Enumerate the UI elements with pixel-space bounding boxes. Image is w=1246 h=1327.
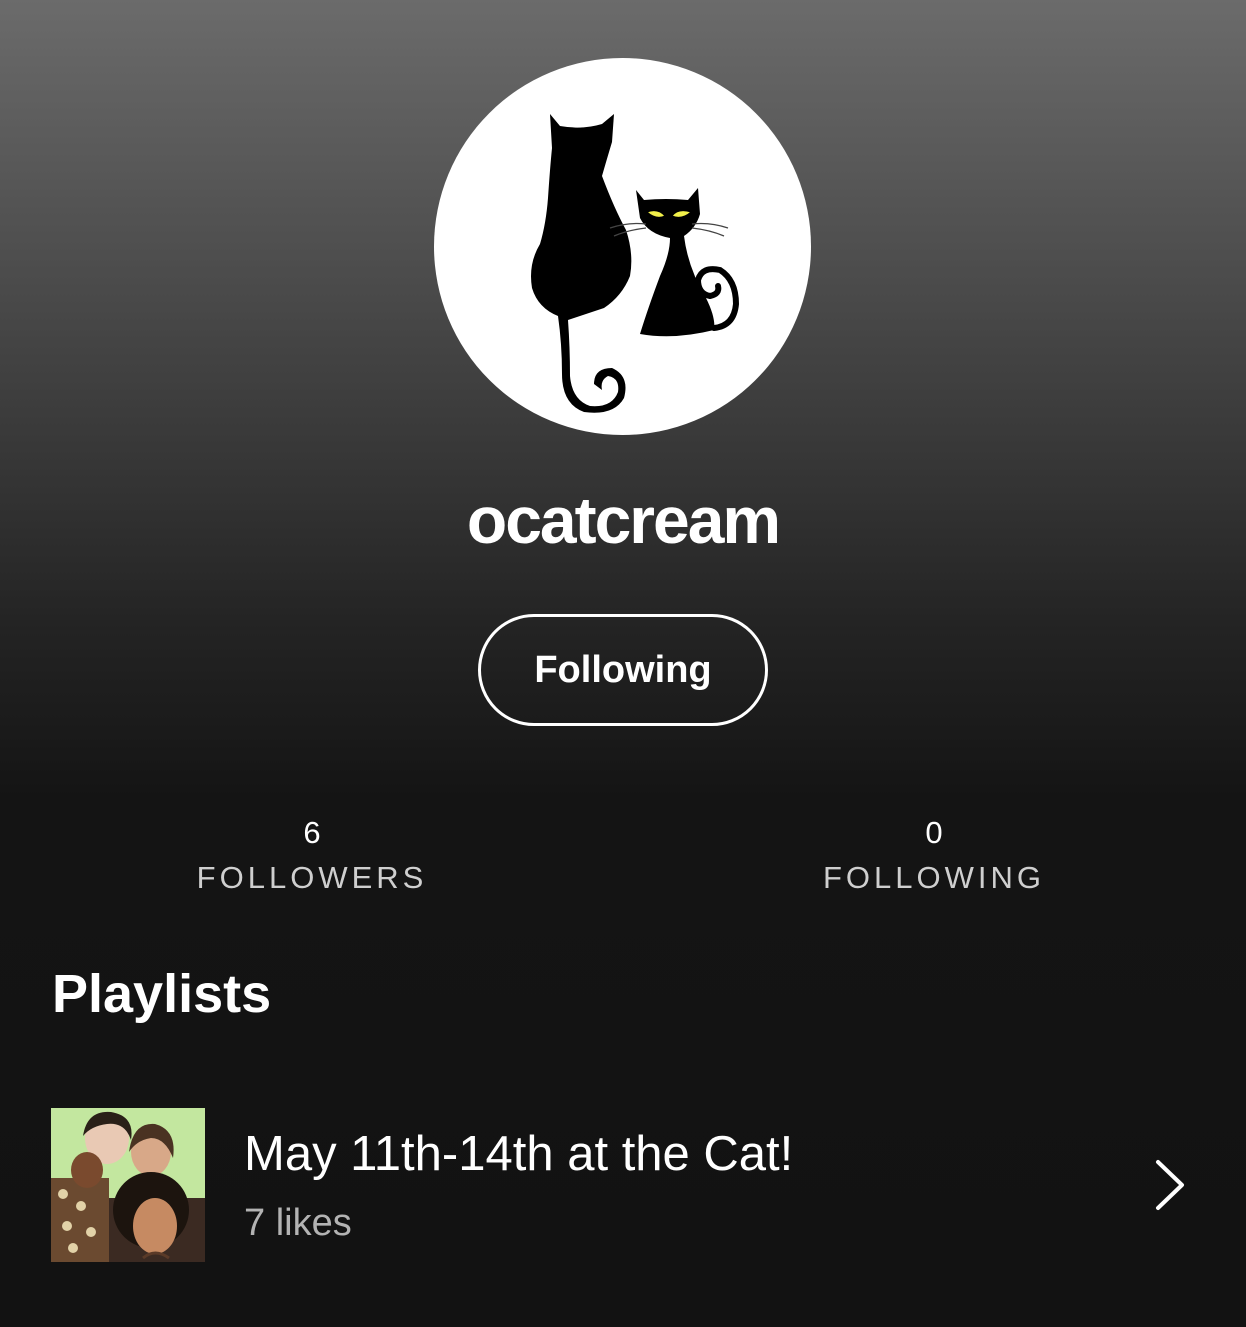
following-count: 0 (925, 815, 943, 850)
playlist-likes: 7 likes (244, 1202, 352, 1244)
playlist-cover-image (51, 1108, 205, 1262)
followers-count: 6 (303, 815, 321, 850)
cats-logo-image (531, 114, 740, 413)
following-button[interactable]: Following (478, 614, 768, 726)
playlists-heading: Playlists (52, 964, 272, 1024)
following-label: FOLLOWING (822, 860, 1045, 895)
playlist-row[interactable]: May 11th-14th at the Cat! 7 likes (0, 1100, 1246, 1268)
followers-stat[interactable]: 6 FOLLOWERS (112, 812, 512, 902)
playlist-title: May 11th-14th at the Cat! (244, 1127, 794, 1181)
followers-label: FOLLOWERS (196, 860, 428, 895)
profile-username: ocatcream (466, 483, 781, 557)
profile-avatar (434, 58, 811, 435)
chevron-right-icon[interactable] (1150, 1156, 1192, 1214)
following-stat[interactable]: 0 FOLLOWING (734, 812, 1134, 902)
